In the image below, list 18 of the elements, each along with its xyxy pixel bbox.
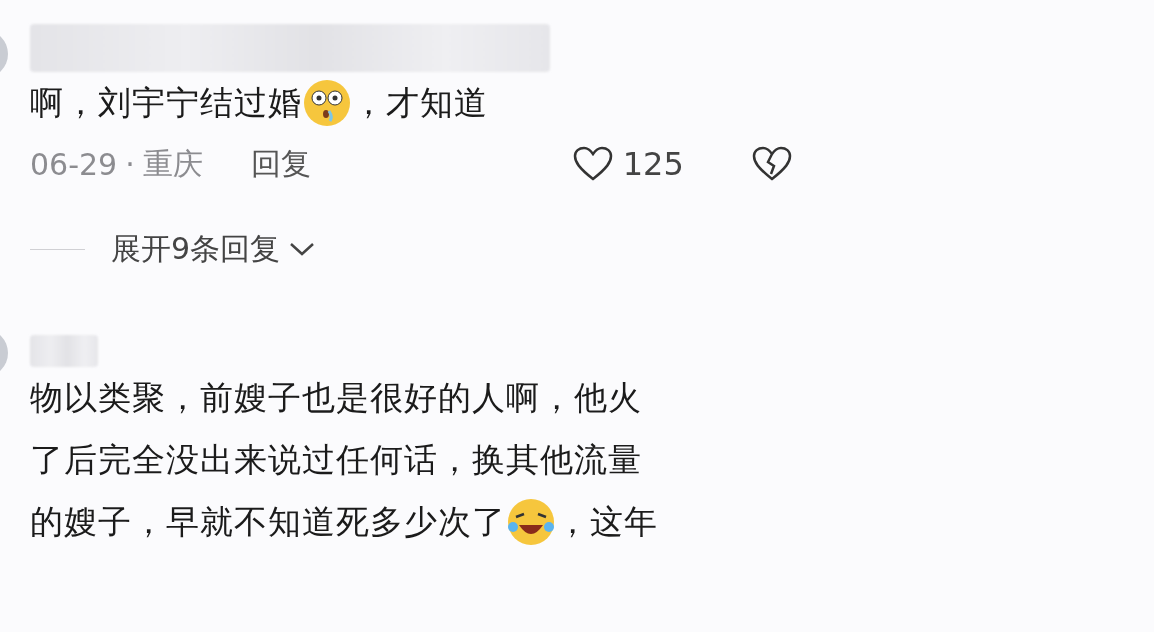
- broken-heart-icon: [751, 146, 792, 182]
- comment-text: ，这年: [556, 501, 658, 543]
- comment-text: ，才知道: [352, 82, 488, 124]
- comment-text: 啊，刘宇宁结过婚: [30, 82, 302, 124]
- comment-text: 的嫂子，早就不知道死多少次了: [30, 501, 506, 543]
- comment-text: 了后完全没出来说过任何话，换其他流量: [30, 439, 642, 481]
- blurred-username: [30, 335, 98, 367]
- dislike-button[interactable]: [751, 146, 792, 182]
- comment-location: 重庆: [142, 144, 203, 183]
- heart-icon: [572, 146, 613, 182]
- reply-button[interactable]: 回复: [250, 143, 311, 185]
- emoji-icon: [302, 78, 352, 128]
- comment-date: 06-29: [30, 146, 118, 182]
- comment-text: 物以类聚，前嫂子也是很好的人啊，他火: [30, 377, 642, 419]
- separator-dot: ·: [125, 146, 135, 182]
- like-button[interactable]: 125: [572, 145, 684, 183]
- emoji-icon: [506, 497, 556, 547]
- expand-replies-button[interactable]: 展开9条回复: [111, 228, 317, 270]
